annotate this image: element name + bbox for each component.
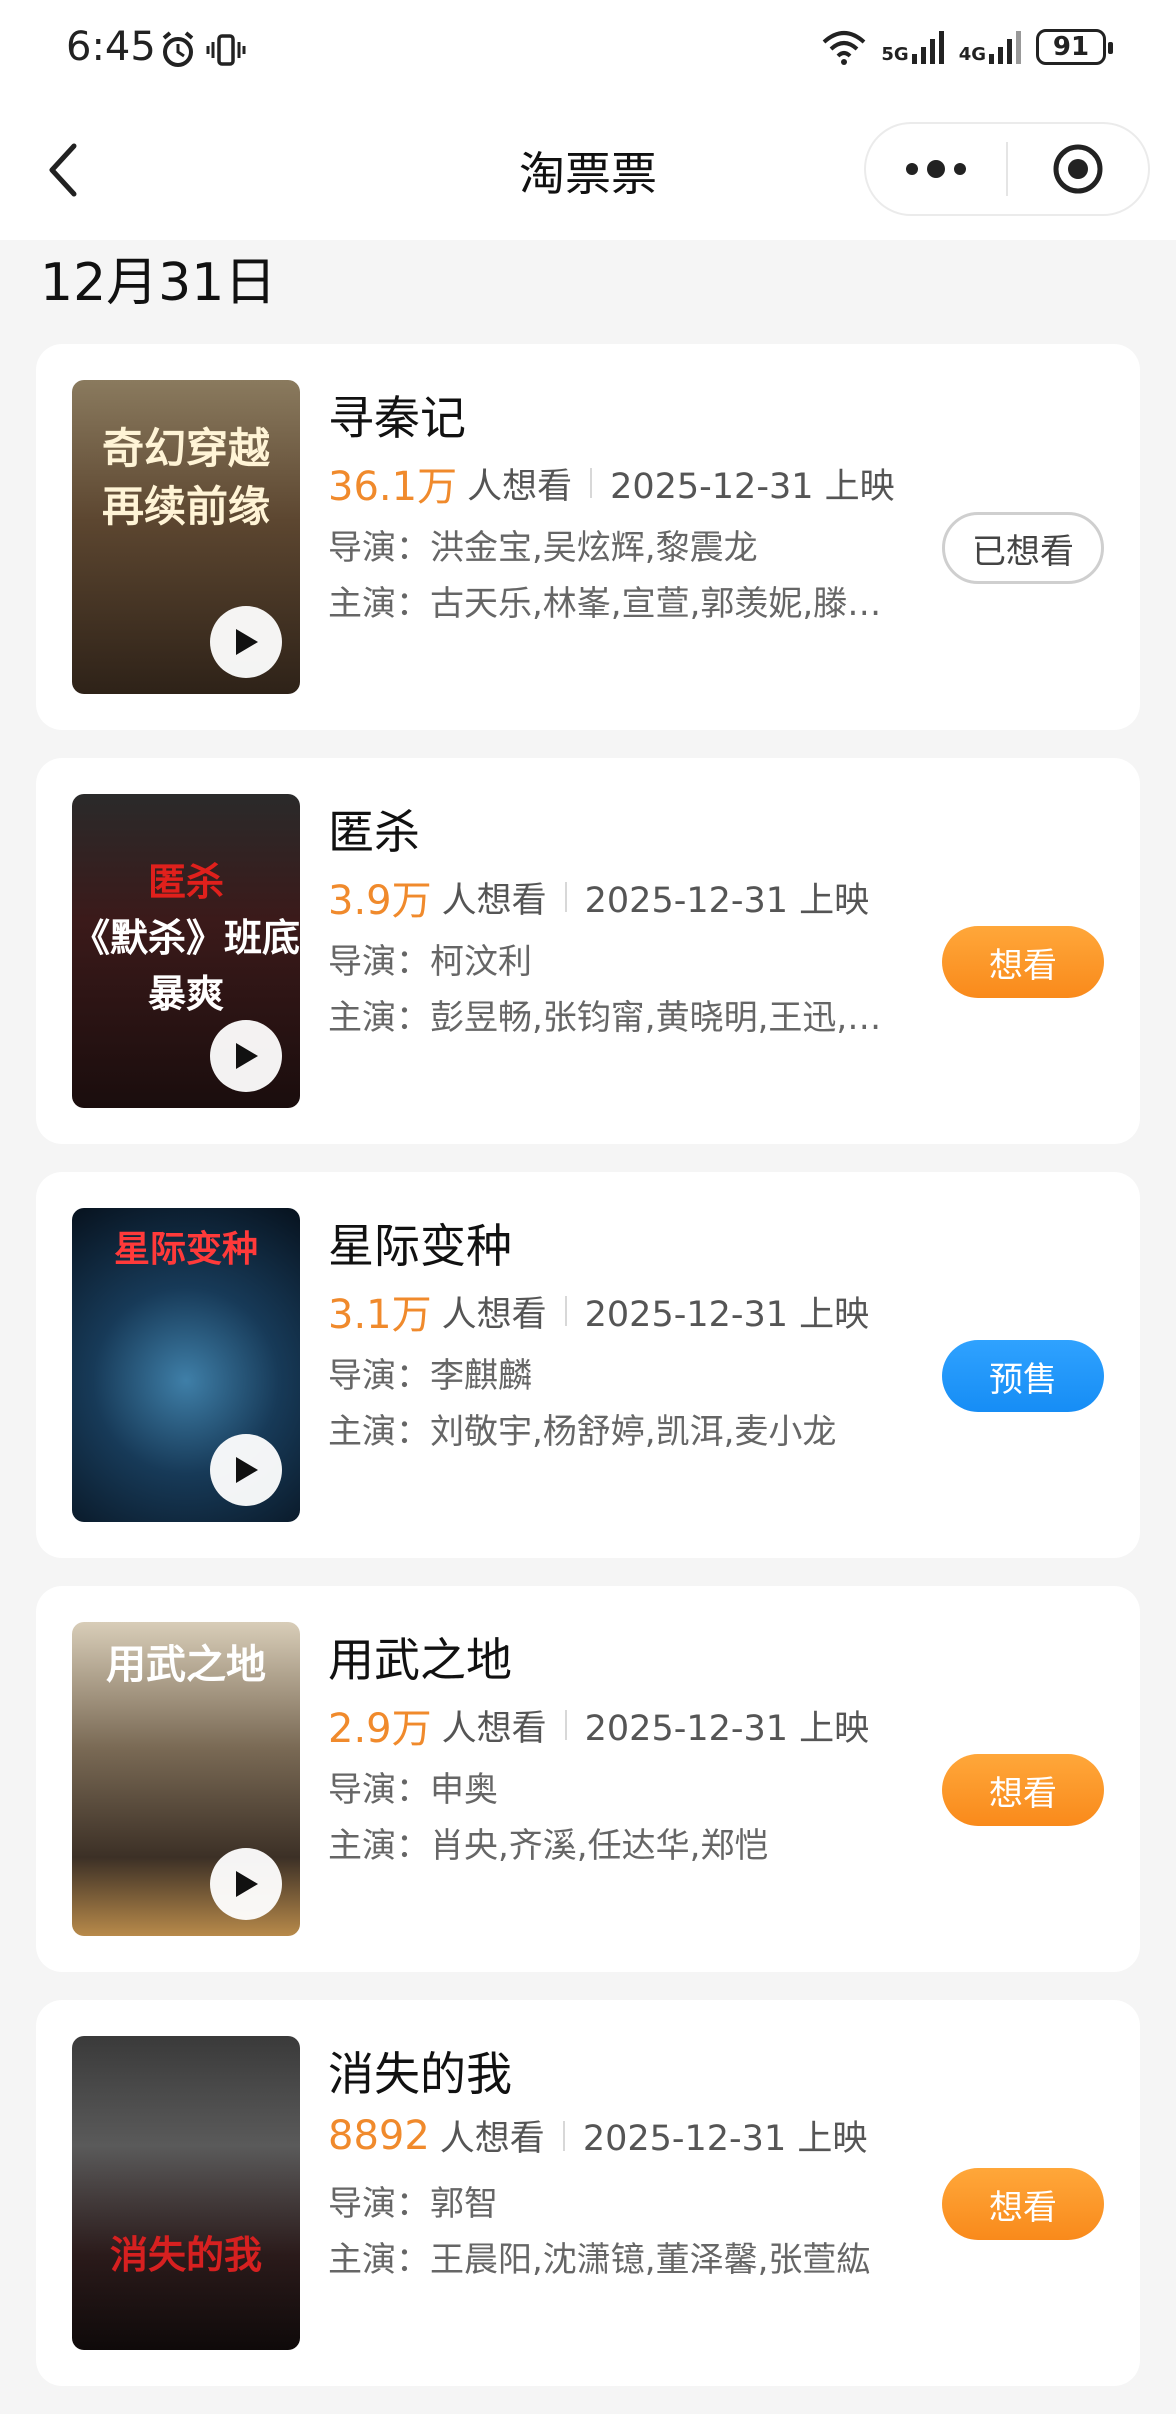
play-trailer-button[interactable] bbox=[210, 1434, 282, 1506]
movie-title: 用武之地 bbox=[328, 1633, 512, 1687]
play-icon bbox=[236, 629, 258, 655]
status-right-icons: 5G 4G 91 bbox=[821, 28, 1113, 66]
cast-text: 主演：王晨阳,沈潇镱,董泽馨,张萱紘 bbox=[328, 2240, 871, 2280]
signal-5g: 5G bbox=[881, 30, 944, 64]
movie-title: 星际变种 bbox=[328, 1219, 512, 1273]
signal-bars-icon bbox=[989, 31, 1021, 64]
want-label: 人想看 bbox=[441, 1294, 547, 1335]
more-dots-icon bbox=[906, 160, 966, 178]
target-close-icon bbox=[1053, 144, 1103, 194]
play-icon bbox=[236, 1043, 258, 1069]
release-date: 2025-12-31 上映 bbox=[582, 2119, 868, 2159]
close-miniprogram-button[interactable] bbox=[1008, 124, 1148, 214]
want-count: 3.1万 bbox=[328, 1292, 432, 1338]
release-date: 2025-12-31 上映 bbox=[584, 1708, 870, 1749]
divider bbox=[564, 1710, 567, 1740]
director-text: 导演：郭智 bbox=[328, 2184, 498, 2224]
director-text: 导演：申奥 bbox=[328, 1770, 498, 1810]
movie-poster[interactable]: 匿杀 《默杀》班底 暴爽 bbox=[72, 794, 300, 1108]
battery-level: 91 bbox=[1052, 32, 1090, 62]
director-text: 导演：洪金宝,吴炫辉,黎震龙 bbox=[328, 528, 758, 568]
play-trailer-button[interactable] bbox=[210, 1020, 282, 1092]
cast-text: 主演：肖央,齐溪,任达华,郑恺 bbox=[328, 1826, 769, 1866]
play-icon bbox=[236, 1457, 258, 1483]
director-text: 导演：柯汶利 bbox=[328, 942, 532, 982]
release-date: 2025-12-31 上映 bbox=[610, 466, 895, 507]
movie-poster[interactable]: 奇幻穿越 再续前缘 bbox=[72, 380, 300, 694]
want-count: 36.1万 bbox=[328, 464, 458, 510]
network-4g-label: 4G bbox=[958, 44, 986, 65]
movie-poster[interactable]: 用武之地 bbox=[72, 1622, 300, 1936]
date-heading: 12月31日 bbox=[40, 253, 277, 313]
play-trailer-button[interactable] bbox=[210, 1848, 282, 1920]
movie-title: 匿杀 bbox=[328, 805, 420, 859]
movie-title: 消失的我 bbox=[328, 2047, 512, 2101]
poster-title-art: 消失的我 bbox=[109, 2232, 262, 2277]
play-trailer-button[interactable] bbox=[210, 606, 282, 678]
movie-card[interactable]: 用武之地 用武之地 2.9万 人想看 2025-12-31 上映 导演：申奥 主… bbox=[36, 1586, 1140, 1972]
status-left-icons bbox=[160, 30, 246, 70]
movie-card[interactable]: 星际变种 星际变种 3.1万 人想看 2025-12-31 上映 导演：李麒麟 … bbox=[36, 1172, 1140, 1558]
play-icon bbox=[236, 1871, 258, 1897]
divider bbox=[590, 468, 593, 498]
wanted-button[interactable]: 已想看 bbox=[942, 512, 1104, 584]
movie-card[interactable]: 匿杀 《默杀》班底 暴爽 匿杀 3.9万 人想看 2025-12-31 上映 导演：… bbox=[36, 758, 1140, 1144]
want-to-watch-button[interactable]: 想看 bbox=[942, 1754, 1104, 1826]
want-count: 3.9万 bbox=[328, 878, 432, 924]
want-to-watch-button[interactable]: 想看 bbox=[942, 926, 1104, 998]
movie-poster[interactable]: 消失的我 bbox=[72, 2036, 300, 2350]
wifi-icon bbox=[823, 31, 866, 65]
want-label: 人想看 bbox=[441, 1708, 547, 1749]
status-time: 6:45 bbox=[66, 24, 156, 70]
poster-title-art: 星际变种 bbox=[113, 1228, 258, 1270]
divider bbox=[564, 882, 567, 912]
network-5g-label: 5G bbox=[881, 44, 909, 65]
want-to-watch-button[interactable]: 想看 bbox=[942, 2168, 1104, 2240]
stats-row: 2.9万 人想看 2025-12-31 上映 bbox=[328, 1696, 869, 1754]
stats-row: 3.1万 人想看 2025-12-31 上映 bbox=[328, 1282, 869, 1340]
stats-row: 8892 人想看 2025-12-31 上映 bbox=[328, 2110, 867, 2161]
want-count: 2.9万 bbox=[328, 1706, 432, 1752]
poster-title-art: 匿杀 《默杀》班底 暴爽 bbox=[72, 859, 300, 1016]
want-count: 8892 bbox=[328, 2112, 430, 2159]
release-date: 2025-12-31 上映 bbox=[584, 1294, 870, 1335]
movie-title: 寻秦记 bbox=[328, 391, 466, 445]
signal-4g: 4G bbox=[959, 30, 1022, 64]
nav-bar: 淘票票 bbox=[0, 100, 1176, 240]
status-bar: 6:45 5G 4G 91 bbox=[0, 0, 1176, 100]
alarm-icon bbox=[162, 31, 194, 67]
battery-indicator: 91 bbox=[1036, 29, 1113, 65]
want-label: 人想看 bbox=[441, 880, 547, 921]
divider bbox=[564, 1296, 567, 1326]
signal-bars-icon bbox=[911, 31, 944, 64]
stats-row: 3.9万 人想看 2025-12-31 上映 bbox=[328, 868, 869, 926]
divider bbox=[562, 2120, 565, 2151]
cast-text: 主演：彭昱畅,张钧甯,黄晓明,王迅,… bbox=[328, 998, 882, 1038]
cast-text: 主演：刘敬宇,杨舒婷,凯洱,麦小龙 bbox=[328, 1412, 837, 1452]
more-button[interactable] bbox=[866, 124, 1006, 214]
vibrate-icon bbox=[206, 34, 246, 66]
movie-card[interactable]: 奇幻穿越 再续前缘 寻秦记 36.1万 人想看 2025-12-31 上映 导演：… bbox=[36, 344, 1140, 730]
want-label: 人想看 bbox=[467, 466, 573, 507]
poster-title-art: 奇幻穿越 再续前缘 bbox=[101, 424, 270, 531]
movie-poster[interactable]: 星际变种 bbox=[72, 1208, 300, 1522]
stats-row: 36.1万 人想看 2025-12-31 上映 bbox=[328, 454, 895, 512]
presale-button[interactable]: 预售 bbox=[942, 1340, 1104, 1412]
movie-card[interactable]: 消失的我 消失的我 8892 人想看 2025-12-31 上映 导演：郭智 主… bbox=[36, 2000, 1140, 2386]
director-text: 导演：李麒麟 bbox=[328, 1356, 532, 1396]
mini-program-capsule bbox=[864, 122, 1150, 216]
cast-text: 主演：古天乐,林峯,宣萱,郭羡妮,滕… bbox=[328, 584, 882, 624]
poster-title-art: 用武之地 bbox=[106, 1641, 266, 1688]
movie-list: 奇幻穿越 再续前缘 寻秦记 36.1万 人想看 2025-12-31 上映 导演：… bbox=[36, 344, 1140, 2414]
release-date: 2025-12-31 上映 bbox=[584, 880, 870, 921]
want-label: 人想看 bbox=[439, 2119, 545, 2159]
